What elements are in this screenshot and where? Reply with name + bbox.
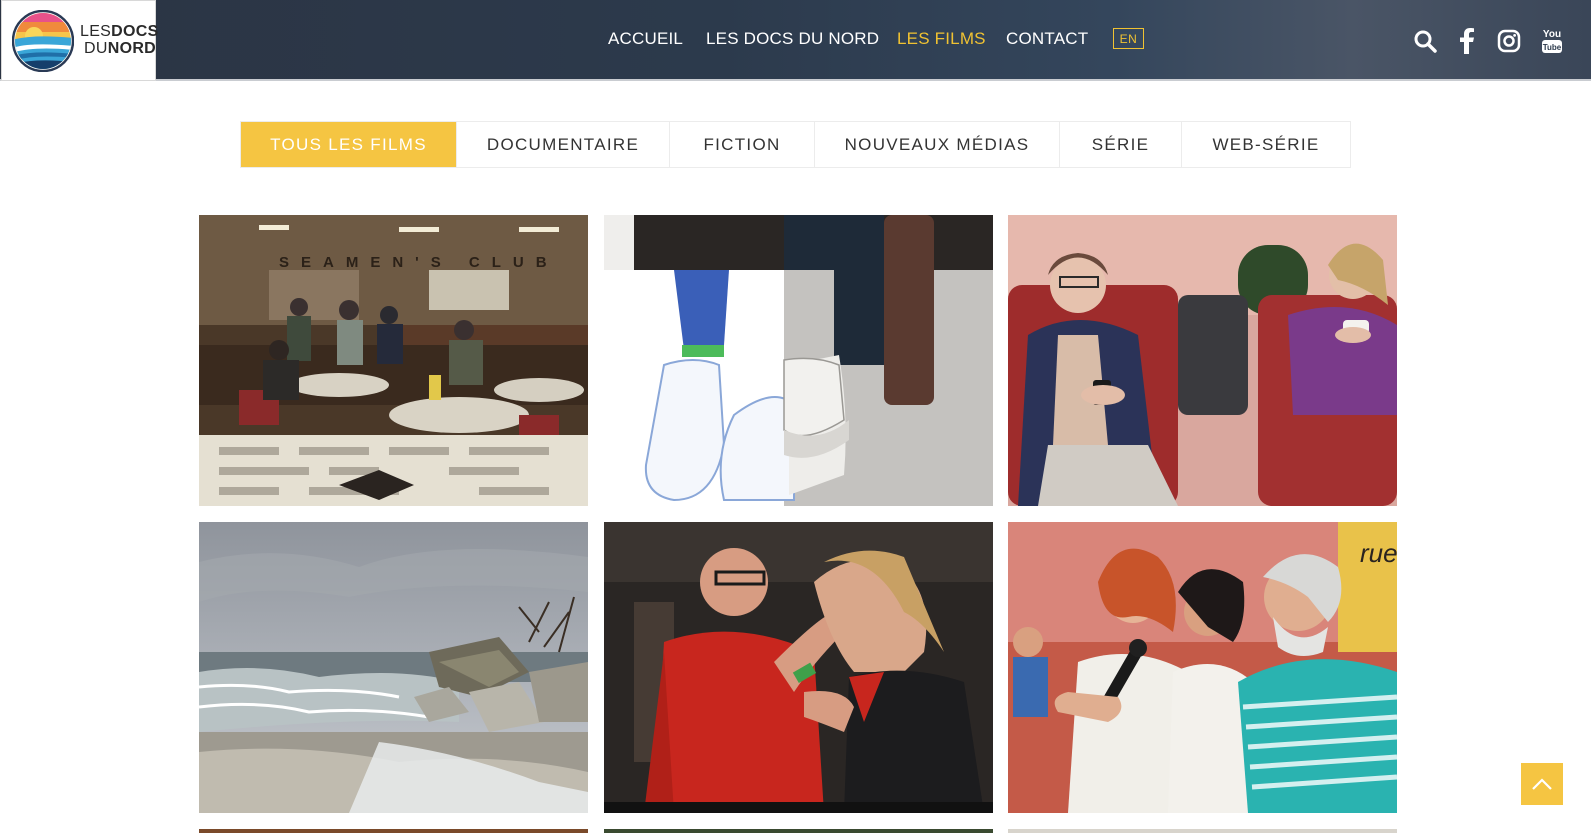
logo-word-nord: NORD bbox=[107, 40, 157, 57]
film-card-seamens-club[interactable]: SEAMEN'S CLUB bbox=[199, 215, 588, 506]
language-switch-en[interactable]: EN bbox=[1113, 28, 1144, 49]
logo-wordmark: LESDOCS DUNORD bbox=[80, 23, 158, 57]
youtube-word-tube: Tube bbox=[1543, 43, 1562, 52]
film-thumbnail-singers: rue bbox=[1008, 522, 1397, 813]
filter-web-serie[interactable]: WEB-SÉRIE bbox=[1182, 122, 1350, 167]
youtube-icon[interactable]: You Tube bbox=[1540, 28, 1564, 54]
film-card-stormy-beach[interactable] bbox=[199, 522, 588, 813]
logo-word-du: DU bbox=[84, 40, 108, 57]
nav-les-films[interactable]: LES FILMS bbox=[897, 29, 986, 49]
filter-tous-les-films[interactable]: TOUS LES FILMS bbox=[241, 122, 457, 167]
site-header: LESDOCS DUNORD ACCUEIL LES DOCS DU NORD … bbox=[0, 0, 1591, 81]
nav-contact[interactable]: CONTACT bbox=[1006, 29, 1088, 49]
film-thumbnail-sneakers bbox=[604, 215, 993, 506]
site-logo[interactable]: LESDOCS DUNORD bbox=[1, 0, 158, 81]
chevron-up-icon bbox=[1532, 778, 1552, 790]
film-card-singers[interactable]: rue bbox=[1008, 522, 1397, 813]
filter-nouveaux-medias[interactable]: NOUVEAUX MÉDIAS bbox=[815, 122, 1060, 167]
seamens-club-sign: SEAMEN'S CLUB bbox=[279, 254, 559, 271]
facebook-icon[interactable] bbox=[1454, 28, 1480, 54]
film-thumbnail-stormy-beach bbox=[199, 522, 588, 813]
nav-les-docs-du-nord[interactable]: LES DOCS DU NORD bbox=[706, 29, 879, 49]
filter-documentaire[interactable]: DOCUMENTAIRE bbox=[457, 122, 670, 167]
scroll-to-top-button[interactable] bbox=[1521, 763, 1563, 805]
instagram-icon[interactable] bbox=[1496, 28, 1522, 54]
film-card-next-row-1[interactable] bbox=[199, 829, 588, 833]
film-thumbnail-armchairs bbox=[1008, 215, 1397, 506]
logo-word-les: LES bbox=[80, 23, 112, 40]
film-card-armchairs[interactable] bbox=[1008, 215, 1397, 506]
youtube-word-you: You bbox=[1543, 29, 1561, 40]
film-card-next-row-2[interactable] bbox=[604, 829, 993, 833]
background-sign-text: rue bbox=[1360, 538, 1397, 568]
search-icon[interactable] bbox=[1412, 28, 1438, 54]
film-card-sneakers[interactable] bbox=[604, 215, 993, 506]
logo-word-docs: DOCS bbox=[111, 23, 159, 40]
filter-serie[interactable]: SÉRIE bbox=[1060, 122, 1182, 167]
film-thumbnail-boxing bbox=[604, 522, 993, 813]
film-thumbnail-seamens-club: SEAMEN'S CLUB bbox=[199, 215, 588, 506]
film-card-next-row-3[interactable] bbox=[1008, 829, 1397, 833]
logo-emblem-icon bbox=[12, 10, 74, 72]
film-category-filter: TOUS LES FILMS DOCUMENTAIRE FICTION NOUV… bbox=[240, 121, 1351, 168]
nav-accueil[interactable]: ACCUEIL bbox=[608, 29, 683, 49]
film-card-boxing[interactable] bbox=[604, 522, 993, 813]
filter-fiction[interactable]: FICTION bbox=[670, 122, 815, 167]
